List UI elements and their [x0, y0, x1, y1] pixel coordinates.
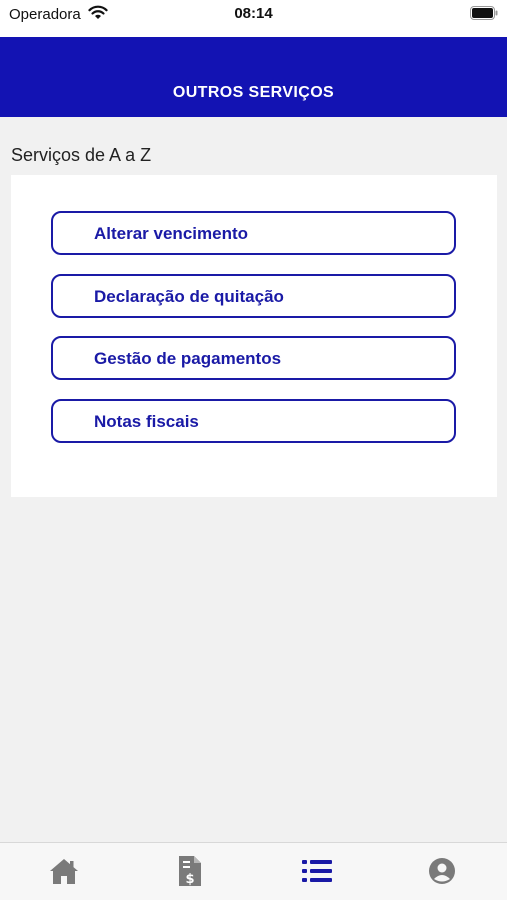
app-header: OUTROS SERVIÇOS: [0, 37, 507, 117]
profile-icon: [428, 857, 456, 890]
list-icon: [301, 858, 333, 889]
tab-invoices[interactable]: $: [170, 853, 210, 893]
page-title: OUTROS SERVIÇOS: [172, 84, 335, 101]
svg-text:$: $: [185, 872, 194, 887]
status-bar: Operadora 08:14: [0, 0, 507, 37]
alterar-vencimento-button[interactable]: Alterar vencimento: [51, 211, 456, 255]
service-label: Declaração de quitação: [94, 287, 284, 306]
battery-icon: [470, 6, 498, 25]
service-label: Gestão de pagamentos: [94, 349, 282, 368]
tab-bar: $: [0, 842, 507, 900]
tab-home[interactable]: [44, 853, 84, 893]
clock: 08:14: [234, 5, 273, 22]
section-title: Serviços de A a Z: [11, 145, 152, 165]
gestao-pagamentos-button[interactable]: Gestão de pagamentos: [51, 336, 456, 380]
home-icon: [49, 857, 79, 890]
service-label: Alterar vencimento: [94, 224, 248, 243]
tab-profile[interactable]: [422, 853, 462, 893]
service-label: Notas fiscais: [94, 412, 199, 431]
services-card: Alterar vencimento Declaração de quitaçã…: [11, 175, 497, 497]
declaracao-quitacao-button[interactable]: Declaração de quitação: [51, 274, 456, 318]
notas-fiscais-button[interactable]: Notas fiscais: [51, 399, 456, 443]
tab-services[interactable]: [297, 853, 337, 893]
invoice-icon: $: [177, 855, 203, 892]
